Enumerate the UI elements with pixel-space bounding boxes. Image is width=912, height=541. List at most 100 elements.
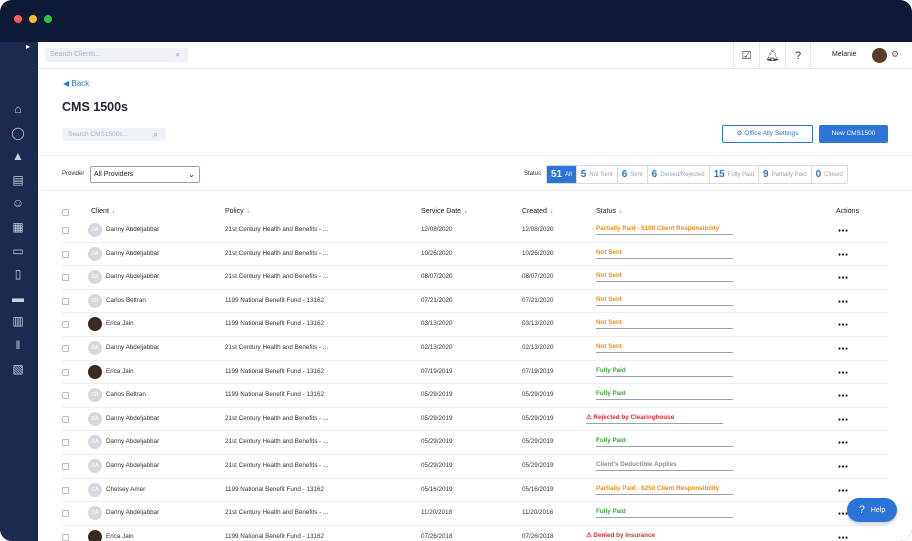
more-actions-icon[interactable]: ●●● (838, 488, 849, 494)
box-icon[interactable]: ▭ (11, 244, 25, 258)
header-status[interactable]: Status ⇣ (596, 208, 623, 215)
table-row[interactable]: DA Danny Abdeljabbar 21st Century Health a… (62, 455, 888, 479)
table-row[interactable]: DA Danny Abdeljabbar 21st Century Health a… (62, 431, 888, 455)
more-actions-icon[interactable]: ●●● (838, 228, 849, 234)
status-tab-not-sent[interactable]: 5 Not Sent (577, 166, 618, 183)
chevron-right-icon[interactable]: ▸ (26, 42, 34, 52)
more-actions-icon[interactable]: ●●● (838, 393, 849, 399)
chat-icon[interactable]: ◯ (11, 126, 25, 140)
close-window-button[interactable] (14, 15, 22, 23)
tasks-button[interactable]: ☑ (733, 42, 759, 69)
table-row[interactable]: Erica Jain 1199 National Benefit Fund - 1… (62, 526, 888, 541)
card-icon[interactable]: ▬ (11, 291, 25, 305)
row-checkbox[interactable] (62, 227, 69, 234)
maximize-window-button[interactable] (44, 15, 52, 23)
row-checkbox[interactable] (62, 250, 69, 258)
status-badge[interactable]: Partially Paid - $100 Client Responsibil… (596, 225, 733, 235)
status-badge[interactable]: Not Sent (596, 319, 733, 330)
table-row[interactable]: CA Chelsey Amer 1199 National Benefit Fund… (62, 479, 888, 503)
more-actions-icon[interactable]: ●●● (838, 252, 849, 258)
table-row[interactable]: DA Danny Abdeljabbar 21st Century Health a… (62, 502, 888, 526)
header-policy[interactable]: Policy ⇣ (225, 208, 251, 215)
status-tab-closed[interactable]: 0 Closed (812, 166, 847, 183)
calendar-icon[interactable]: ▦ (11, 220, 25, 234)
table-row[interactable]: CB Carlos Beltran 1199 National Benefit Fu… (62, 290, 888, 314)
users-icon[interactable]: ☺ (11, 196, 25, 210)
row-checkbox[interactable] (62, 368, 69, 376)
status-tab-sent[interactable]: 6 Sent (618, 166, 648, 183)
home-icon[interactable]: ⌂ (11, 102, 25, 116)
status-badge[interactable]: Fully Paid (596, 390, 733, 401)
status-tab-fully-paid[interactable]: 15 Fully Paid (710, 166, 760, 183)
more-actions-icon[interactable]: ●●● (838, 535, 849, 541)
report-icon[interactable]: ▥ (11, 314, 25, 328)
created-date: 08/07/2020 (522, 273, 554, 281)
help-center-button[interactable]: ? (785, 42, 811, 69)
header-client[interactable]: Client ⇣ (91, 208, 116, 215)
status-tab-all[interactable]: 51 All (547, 166, 577, 183)
user-avatar[interactable] (872, 48, 887, 63)
gear-icon[interactable]: ⚙ (891, 49, 899, 60)
office-ally-settings-button[interactable]: ⚙ Office Ally Settings (722, 125, 813, 143)
more-actions-icon[interactable]: ●●● (838, 440, 849, 446)
building-icon[interactable]: ▤ (11, 173, 25, 187)
select-all-checkbox[interactable] (62, 209, 69, 216)
new-cms1500-button[interactable]: New CMS1500 (819, 125, 888, 143)
row-checkbox[interactable] (62, 439, 69, 447)
status-badge[interactable]: Not Sent (596, 343, 733, 353)
table-row[interactable]: DA Danny Abdeljabbar 21st Century Health a… (62, 337, 888, 361)
header-created[interactable]: Created ⇣ (522, 208, 554, 215)
status-tab-denied-rejected[interactable]: 6 Denied/Rejected (648, 166, 710, 183)
document-icon[interactable]: ▧ (11, 362, 25, 376)
table-row[interactable]: DA Danny Abdeljabbar 21st Century Health a… (62, 219, 888, 243)
table-row[interactable]: Erica Jain 1199 National Benefit Fund - 1… (62, 361, 888, 385)
status-badge[interactable]: ⚠ Denied by Insurance (586, 532, 723, 541)
row-checkbox[interactable] (62, 297, 69, 305)
row-checkbox[interactable] (62, 510, 69, 518)
row-checkbox[interactable] (62, 321, 69, 329)
row-checkbox[interactable] (62, 533, 69, 541)
status-badge[interactable]: Not Sent (596, 272, 733, 283)
header-service-date[interactable]: Service Date ⇣ (421, 208, 468, 215)
status-badge[interactable]: Not Sent (596, 249, 733, 259)
status-badge[interactable]: ⚠ Rejected by Clearinghouse (586, 414, 723, 424)
search-cms-placeholder: Search CMS1500s... (68, 131, 128, 138)
status-badge[interactable]: Fully Paid (596, 367, 733, 377)
status-badge[interactable]: Not Sent (596, 296, 733, 306)
table-row[interactable]: DA Danny Abdeljabbar 21st Century Health a… (62, 266, 888, 290)
row-checkbox[interactable] (62, 345, 69, 352)
status-badge[interactable]: Partially Paid - $250 Client Responsibil… (596, 485, 733, 495)
search-cms-input[interactable]: Search CMS1500s... ⌕ (63, 128, 166, 141)
row-checkbox[interactable] (62, 415, 69, 423)
client-avatar: DA (88, 435, 102, 450)
table-row[interactable]: Erica Jain 1199 National Benefit Fund - 1… (62, 313, 888, 337)
more-actions-icon[interactable]: ●●● (838, 417, 849, 423)
status-badge[interactable]: Fully Paid (596, 437, 733, 448)
user-name[interactable]: Melanie (832, 51, 857, 58)
help-button[interactable]: ? Help (847, 498, 897, 522)
row-checkbox[interactable] (62, 392, 69, 400)
provider-select[interactable]: All Providers ⌄ (90, 166, 200, 183)
status-tab-partially-paid[interactable]: 9 Partially Paid (759, 166, 812, 183)
back-link[interactable]: ◀ Back (63, 79, 89, 88)
more-actions-icon[interactable]: ●●● (838, 346, 849, 352)
status-badge[interactable]: Client's Deductible Applies (596, 461, 733, 471)
graduation-cap-icon[interactable]: ▲ (11, 149, 25, 163)
row-checkbox[interactable] (62, 274, 69, 282)
more-actions-icon[interactable]: ●●● (838, 299, 849, 305)
minimize-window-button[interactable] (29, 15, 37, 23)
search-clients-input[interactable]: Search Clients... ⌕ (45, 48, 188, 62)
more-actions-icon[interactable]: ●●● (838, 464, 849, 470)
more-actions-icon[interactable]: ●●● (838, 370, 849, 376)
clipboard-icon[interactable]: ▯ (11, 267, 25, 281)
columns-icon[interactable]: ‖ (11, 338, 25, 352)
table-row[interactable]: DA Danny Abdeljabbar 21st Century Health a… (62, 408, 888, 432)
more-actions-icon[interactable]: ●●● (838, 275, 849, 281)
notifications-button[interactable]: 🔔︎ (759, 42, 785, 69)
status-badge[interactable]: Fully Paid (596, 508, 733, 519)
table-row[interactable]: DA Danny Abdeljabbar 21st Century Health a… (62, 243, 888, 267)
row-checkbox[interactable] (62, 463, 69, 470)
more-actions-icon[interactable]: ●●● (838, 322, 849, 328)
table-row[interactable]: CB Carlos Beltran 1199 National Benefit Fu… (62, 384, 888, 408)
row-checkbox[interactable] (62, 486, 69, 494)
